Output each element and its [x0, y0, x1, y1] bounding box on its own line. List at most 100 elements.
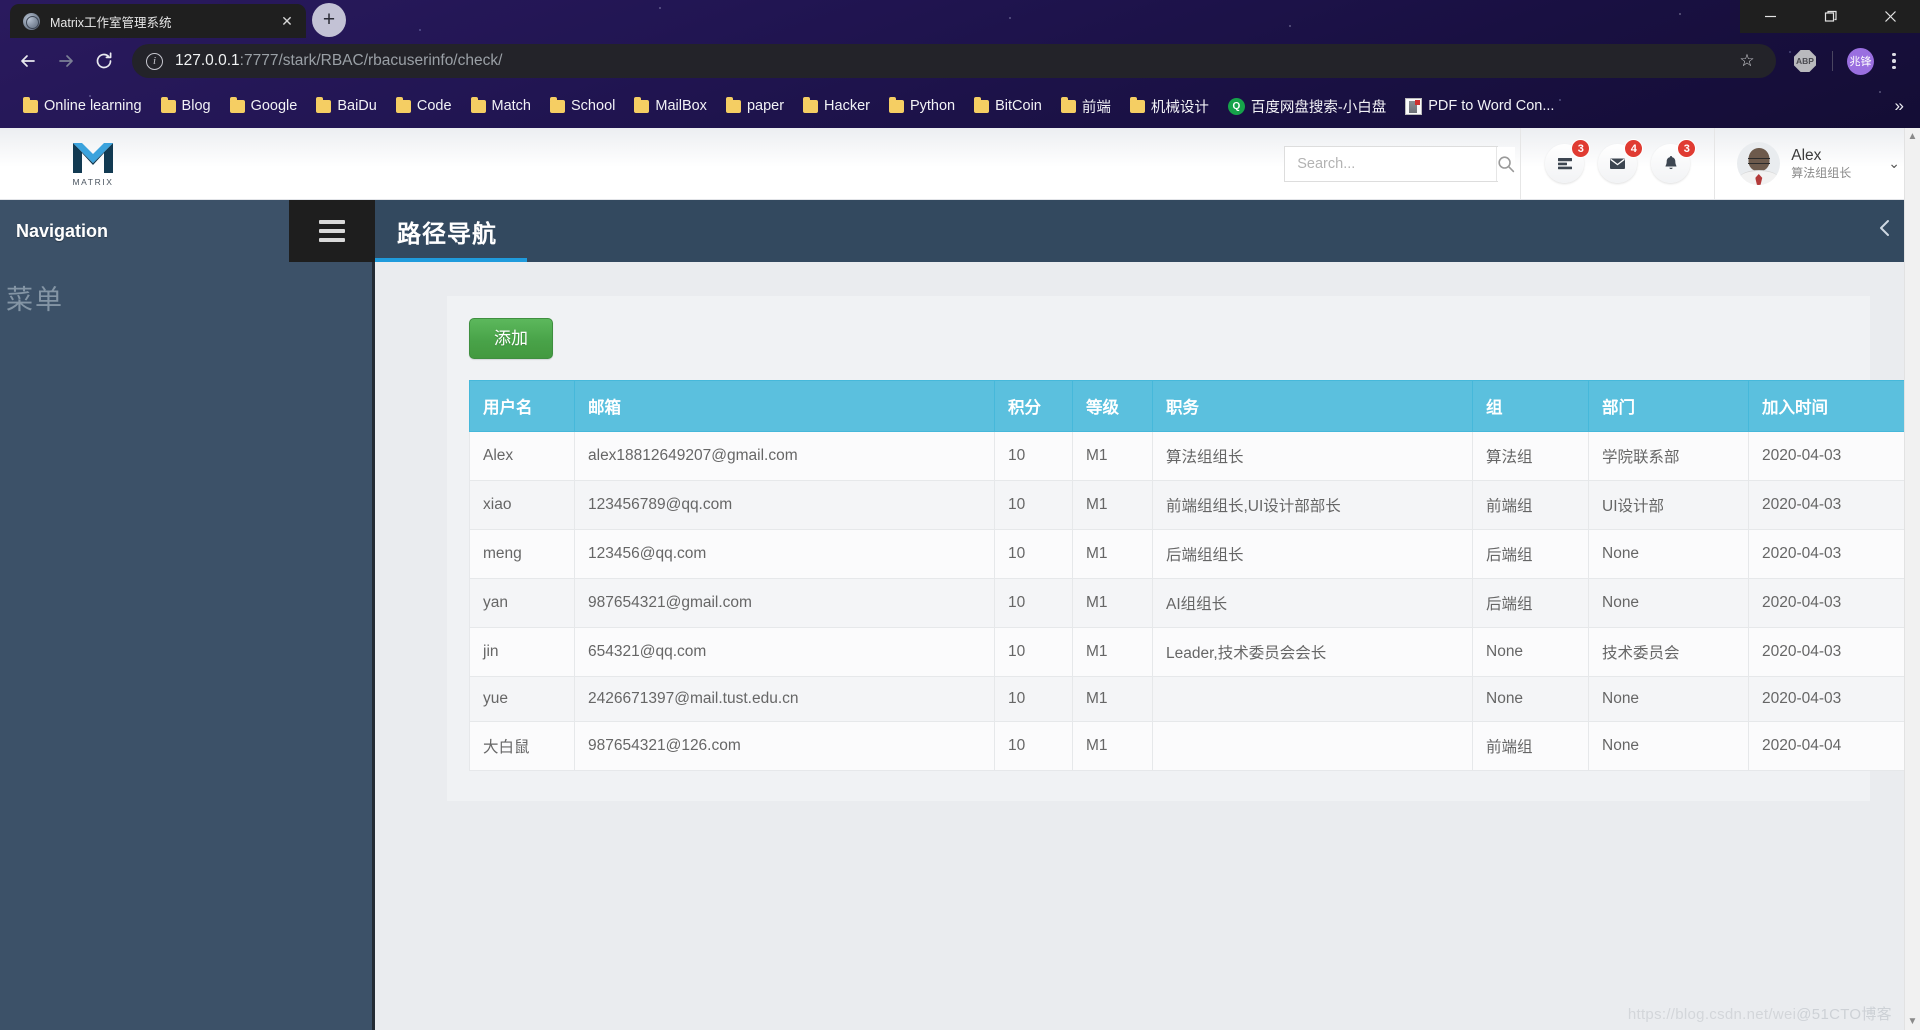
table-cell: 2020-04-03: [1748, 431, 1919, 481]
table-cell: alex18812649207@gmail.com: [574, 431, 995, 481]
bookmark-label: 机械设计: [1150, 99, 1209, 116]
profile-menu[interactable]: Alex 算法组组长 ⌄: [1715, 142, 1920, 185]
table-row[interactable]: xiao 123456789@qq.com 10 M1 前端组组长,UI设计部部长 前端组…: [469, 480, 1919, 530]
folder-icon: [1060, 96, 1076, 113]
page-title: 路径导航: [397, 220, 497, 248]
table-cell: 后端组: [1472, 578, 1589, 628]
add-button[interactable]: 添加: [469, 318, 553, 359]
scroll-up-arrow[interactable]: ▲: [1908, 128, 1918, 145]
back-button[interactable]: [10, 43, 46, 79]
table-cell: M1: [1072, 627, 1153, 677]
table-row[interactable]: meng 123456@qq.com 10 M1 后端组组长 后端组 None 2020-04…: [469, 529, 1919, 579]
folder-icon: [395, 96, 411, 113]
tasks-icon[interactable]: 3: [1545, 139, 1591, 183]
tab-strip: Matrix工作室管理系统 ✕ +: [0, 0, 1920, 38]
scroll-down-arrow[interactable]: ▼: [1908, 1013, 1918, 1030]
bookmark-item[interactable]: PDF to Word Con...: [1396, 93, 1563, 120]
bookmark-item[interactable]: Match: [462, 93, 541, 119]
bookmark-label: Blog: [181, 98, 211, 114]
bookmark-label: PDF to Word Con...: [1428, 98, 1555, 114]
url-path: :7777/stark/RBAC/rbacuserinfo/check/: [239, 52, 503, 69]
bookmark-item[interactable]: Python: [880, 93, 964, 119]
table-cell: yan: [469, 578, 575, 628]
bell-icon[interactable]: 3: [1651, 139, 1697, 183]
table-cell: 10: [994, 721, 1073, 771]
sidebar-header: Navigation: [0, 200, 289, 262]
bookmark-item[interactable]: MailBox: [625, 93, 716, 119]
adblock-extension-icon[interactable]: ABP: [1794, 50, 1816, 72]
chevron-down-icon[interactable]: ⌄: [1888, 155, 1900, 172]
browser-window: Matrix工作室管理系统 ✕ + i 127.0.0.1:7777/stark…: [0, 0, 1920, 1030]
breadcrumb: 路径导航: [375, 200, 1920, 262]
forward-button[interactable]: [48, 43, 84, 79]
sidebar: 菜单: [0, 262, 375, 1030]
matrix-logo-icon: [73, 142, 113, 173]
column-header: 用户名: [469, 380, 575, 432]
table-row[interactable]: yue 2426671397@mail.tust.edu.cn 10 M1 None No…: [469, 676, 1919, 722]
bookmark-label: paper: [746, 98, 785, 114]
table-cell: 技术委员会: [1588, 627, 1749, 677]
maximize-button[interactable]: [1800, 0, 1860, 33]
table-cell: Leader,技术委员会会长: [1152, 627, 1473, 677]
page-scrollbar[interactable]: ▲ ▼: [1904, 128, 1920, 1030]
tab-title: Matrix工作室管理系统: [50, 15, 172, 30]
table-row[interactable]: 大白鼠 987654321@126.com 10 M1 前端组 None 2020-04-0…: [469, 721, 1919, 771]
mail-icon[interactable]: 4: [1598, 139, 1644, 183]
bookmark-star-icon[interactable]: ☆: [1732, 46, 1762, 76]
folder-icon: [725, 96, 741, 113]
chrome-menu-icon[interactable]: [1880, 52, 1908, 70]
close-button[interactable]: [1860, 0, 1920, 33]
bookmark-item[interactable]: Online learning: [14, 93, 151, 119]
toolbar-divider: [1832, 51, 1833, 71]
table-cell: Alex: [469, 431, 575, 481]
table-row[interactable]: Alex alex18812649207@gmail.com 10 M1 算法组组长 算法…: [469, 431, 1919, 481]
table-cell: M1: [1072, 676, 1153, 722]
column-header: 等级: [1072, 380, 1153, 432]
table-cell: 2020-04-03: [1748, 529, 1919, 579]
table-cell: None: [1588, 578, 1749, 628]
bookmark-label: Match: [491, 98, 532, 114]
app-logo[interactable]: MATRIX: [0, 141, 160, 187]
bookmark-item[interactable]: School: [541, 93, 624, 119]
table-row[interactable]: yan 987654321@gmail.com 10 M1 AI组组长 后端组 None 20…: [469, 578, 1919, 628]
folder-icon: [229, 96, 245, 113]
sidebar-toggle-button[interactable]: [289, 200, 375, 262]
bookmark-item[interactable]: paper: [717, 93, 793, 119]
table-cell: M1: [1072, 529, 1153, 579]
table-cell: 大白鼠: [469, 721, 575, 771]
new-tab-button[interactable]: +: [312, 3, 346, 37]
search-input[interactable]: [1285, 146, 1497, 181]
main-content: 添加 用户名 邮箱 积分 等级 职务组部门 加入时间 Alex alex1881264920…: [375, 262, 1920, 1030]
minimize-button[interactable]: [1740, 0, 1800, 33]
tasks-badge: 3: [1571, 139, 1591, 158]
column-header: 邮箱: [574, 380, 995, 432]
table-row[interactable]: jin 654321@qq.com 10 M1 Leader,技术委员会会长 None 技术…: [469, 627, 1919, 677]
bookmark-item[interactable]: 机械设计: [1121, 91, 1218, 122]
table-cell: 2020-04-04: [1748, 721, 1919, 771]
table-cell: 2020-04-03: [1748, 480, 1919, 530]
bookmark-item[interactable]: Hacker: [794, 93, 879, 119]
table-cell: 前端组组长,UI设计部部长: [1152, 480, 1473, 530]
reload-button[interactable]: [86, 43, 122, 79]
mail-badge: 4: [1624, 139, 1644, 158]
browser-tab[interactable]: Matrix工作室管理系统 ✕: [10, 4, 306, 38]
bookmark-item[interactable]: 前端: [1052, 91, 1120, 122]
bookmark-label: Google: [250, 98, 298, 114]
bookmark-item[interactable]: Code: [387, 93, 461, 119]
bookmarks-overflow-button[interactable]: »: [1887, 92, 1912, 120]
search-box[interactable]: [1284, 145, 1516, 182]
watermark: https://blog.csdn.net/wei@51CTO博客: [1628, 1003, 1892, 1024]
bookmark-label: School: [571, 98, 616, 114]
bookmarks-bar: Online learning Blog Google BaiDu Code Match S…: [0, 84, 1920, 128]
site-info-icon[interactable]: i: [146, 52, 163, 70]
bookmark-item[interactable]: BitCoin: [965, 93, 1051, 119]
bookmark-item[interactable]: Q 百度网盘搜索-小白盘: [1219, 91, 1395, 122]
table-cell: None: [1588, 721, 1749, 771]
bookmark-item[interactable]: Google: [221, 93, 307, 119]
browser-profile-avatar[interactable]: 兆锋: [1847, 47, 1874, 75]
search-icon[interactable]: [1496, 146, 1516, 181]
tab-close-icon[interactable]: ✕: [276, 10, 298, 32]
bookmark-item[interactable]: BaiDu: [307, 93, 386, 119]
bookmark-item[interactable]: Blog: [152, 93, 220, 119]
address-bar[interactable]: i 127.0.0.1:7777/stark/RBAC/rbacuserinfo…: [132, 44, 1776, 78]
